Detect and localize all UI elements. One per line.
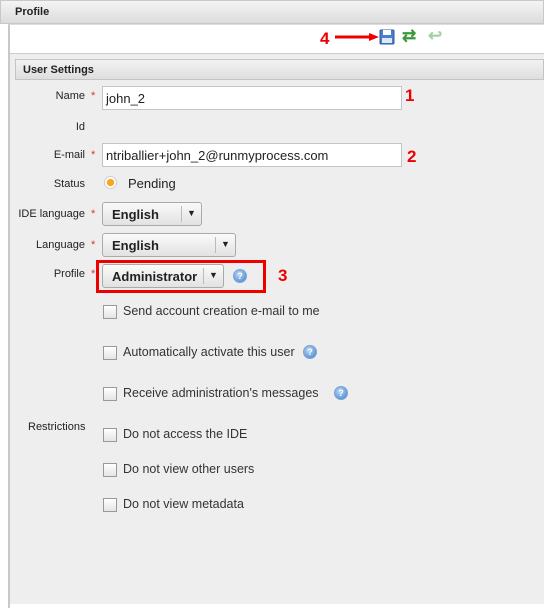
language-label: Language: [36, 239, 85, 251]
help-icon[interactable]: ?: [334, 386, 348, 400]
no-ide-checkbox[interactable]: [103, 428, 117, 442]
ide-language-select[interactable]: English ▼: [102, 202, 202, 226]
no-view-metadata-checkbox[interactable]: [103, 498, 117, 512]
email-input[interactable]: ntriballier+john_2@runmyprocess.com: [102, 143, 402, 167]
refresh-icon[interactable]: ⇄: [402, 26, 416, 46]
section-header: User Settings: [15, 59, 544, 80]
annotation-2: 2: [407, 147, 417, 166]
no-view-users-checkbox[interactable]: [103, 463, 117, 477]
auto-activate-checkbox[interactable]: [103, 346, 117, 360]
save-icon[interactable]: [379, 29, 395, 45]
status-value: Pending: [128, 176, 176, 191]
auto-activate-label: Automatically activate this user: [123, 345, 295, 359]
required-mark: *: [91, 90, 96, 102]
undo-icon[interactable]: ↩: [428, 26, 442, 46]
status-pending-icon: [104, 176, 117, 189]
ide-language-label: IDE language: [18, 208, 85, 220]
id-label: Id: [75, 121, 85, 133]
toolbar: 4 ⇄ ↩: [10, 25, 544, 53]
profile-label: Profile: [53, 268, 85, 280]
name-input[interactable]: john_2: [102, 86, 402, 110]
language-select[interactable]: English ▼: [102, 233, 236, 257]
send-email-checkbox[interactable]: [103, 305, 117, 319]
profile-panel-header: Profile: [0, 0, 544, 24]
email-label: E-mail: [53, 149, 85, 161]
annotation-3: 3: [278, 266, 288, 285]
send-email-label: Send account creation e-mail to me: [123, 304, 320, 318]
no-ide-label: Do not access the IDE: [123, 427, 248, 441]
name-label: Name: [55, 90, 85, 102]
required-mark: *: [91, 149, 96, 161]
no-view-users-label: Do not view other users: [123, 462, 255, 476]
required-mark: *: [91, 208, 96, 220]
language-value: English: [112, 238, 159, 253]
no-view-metadata-label: Do not view metadata: [123, 497, 244, 511]
required-mark: *: [91, 268, 96, 280]
status-label: Status: [53, 178, 85, 190]
chevron-down-icon: ▼: [215, 237, 235, 253]
restrictions-label: Restrictions: [28, 421, 86, 433]
chevron-down-icon: ▼: [181, 206, 201, 222]
help-icon[interactable]: ?: [303, 345, 317, 359]
highlight-box: [96, 260, 266, 293]
user-settings-form: [10, 53, 544, 604]
arrow-annotation-icon: [335, 33, 379, 41]
required-mark: *: [91, 239, 96, 251]
section-title: User Settings: [23, 64, 94, 76]
annotation-4: 4: [320, 29, 330, 48]
receive-messages-label: Receive administration's messages: [123, 386, 319, 400]
panel-title: Profile: [15, 6, 50, 18]
ide-language-value: English: [112, 207, 159, 222]
receive-messages-checkbox[interactable]: [103, 387, 117, 401]
annotation-1: 1: [405, 86, 415, 105]
